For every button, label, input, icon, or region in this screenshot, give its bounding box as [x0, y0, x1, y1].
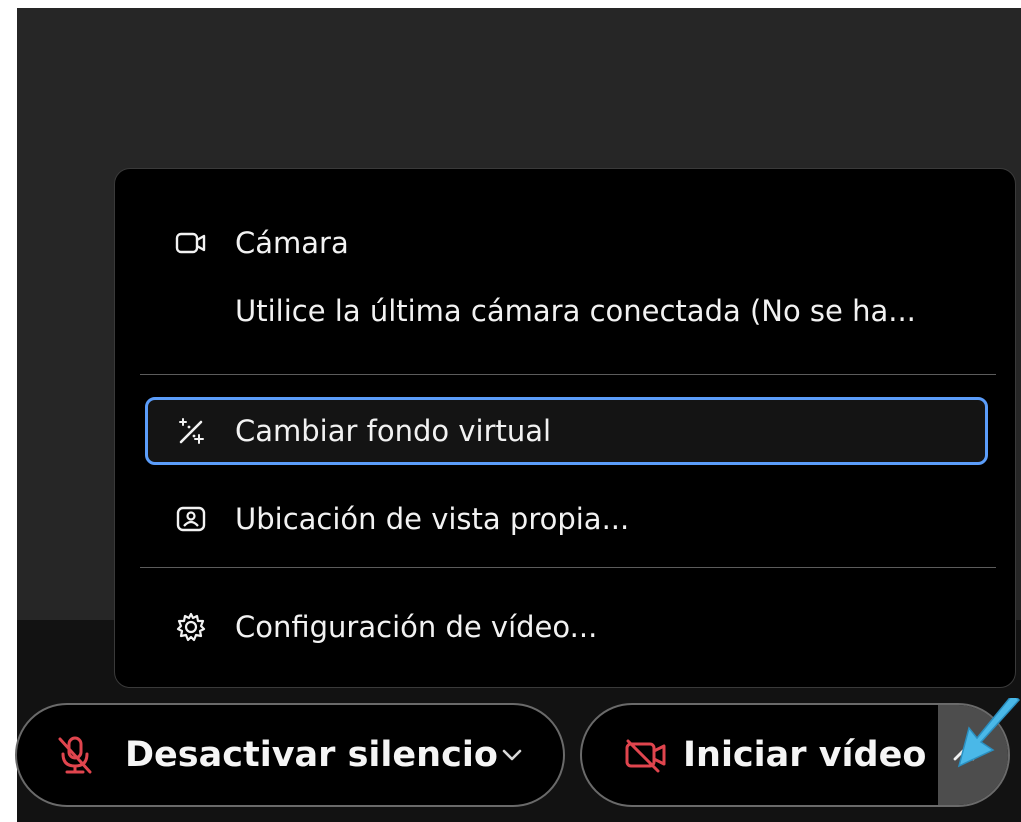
chevron-down-icon[interactable]	[499, 742, 525, 768]
unmute-button[interactable]: Desactivar silencio	[15, 703, 565, 807]
menu-divider	[140, 567, 996, 568]
self-view-icon	[175, 503, 207, 535]
blue-arrow-pointer-icon	[955, 692, 1021, 770]
video-options-menu: Cámara Utilice la última cámara conectad…	[114, 168, 1016, 688]
start-video-button[interactable]: Iniciar vídeo	[580, 703, 1010, 807]
screenshot-stage: Cámara Utilice la última cámara conectad…	[0, 0, 1021, 822]
menu-divider	[140, 374, 996, 375]
video-off-icon	[624, 735, 668, 775]
start-video-button-label: Iniciar vídeo	[683, 735, 927, 775]
menu-camera-source-label: Utilice la última cámara conectada (No s…	[235, 294, 916, 328]
magic-wand-icon	[175, 415, 207, 447]
menu-video-settings[interactable]: Configuración de vídeo...	[145, 593, 988, 661]
menu-self-view-location[interactable]: Ubicación de vista propia...	[145, 485, 988, 553]
menu-change-virtual-background-label: Cambiar fondo virtual	[235, 414, 552, 448]
microphone-muted-icon	[54, 734, 96, 776]
menu-camera-label: Cámara	[235, 226, 349, 260]
gear-icon	[175, 611, 207, 643]
menu-camera-header: Cámara	[145, 209, 988, 277]
menu-video-settings-label: Configuración de vídeo...	[235, 610, 598, 644]
menu-camera-source-option[interactable]: Utilice la última cámara conectada (No s…	[145, 277, 988, 345]
menu-change-virtual-background[interactable]: Cambiar fondo virtual	[145, 397, 988, 465]
video-camera-icon	[175, 227, 207, 259]
unmute-button-label: Desactivar silencio	[125, 735, 498, 775]
menu-self-view-location-label: Ubicación de vista propia...	[235, 502, 630, 536]
